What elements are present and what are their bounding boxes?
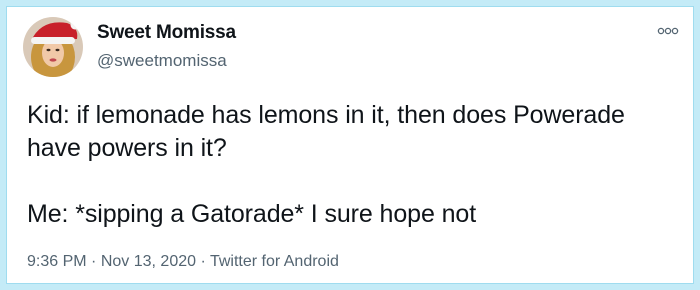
author-handle[interactable]: @sweetmomissa	[97, 51, 227, 71]
tweet-text: Kid: if lemonade has lemons in it, then …	[27, 99, 677, 231]
tweet-time[interactable]: 9:36 PM	[27, 253, 87, 270]
more-options-button[interactable]	[653, 21, 683, 41]
avatar-photo-icon	[23, 17, 83, 77]
tweet-source[interactable]: Twitter for Android	[210, 253, 339, 270]
meta-separator: ·	[91, 253, 97, 270]
tweet-line: have powers in it?	[27, 134, 227, 162]
tweet-date[interactable]: Nov 13, 2020	[101, 253, 196, 270]
tweet-meta: 9:36 PM · Nov 13, 2020 · Twitter for And…	[27, 253, 339, 271]
tweet-line: Kid: if lemonade has lemons in it, then …	[27, 101, 625, 129]
tweet-frame: Sweet Momissa @sweetmomissa Kid: if lemo…	[0, 0, 700, 290]
author-name[interactable]: Sweet Momissa	[97, 22, 236, 44]
meta-separator: ·	[200, 253, 206, 270]
avatar[interactable]	[23, 17, 83, 77]
more-options-icon	[657, 27, 679, 35]
tweet-line: Me: *sipping a Gatorade* I sure hope not	[27, 200, 477, 228]
tweet-card: Sweet Momissa @sweetmomissa Kid: if lemo…	[6, 6, 694, 284]
